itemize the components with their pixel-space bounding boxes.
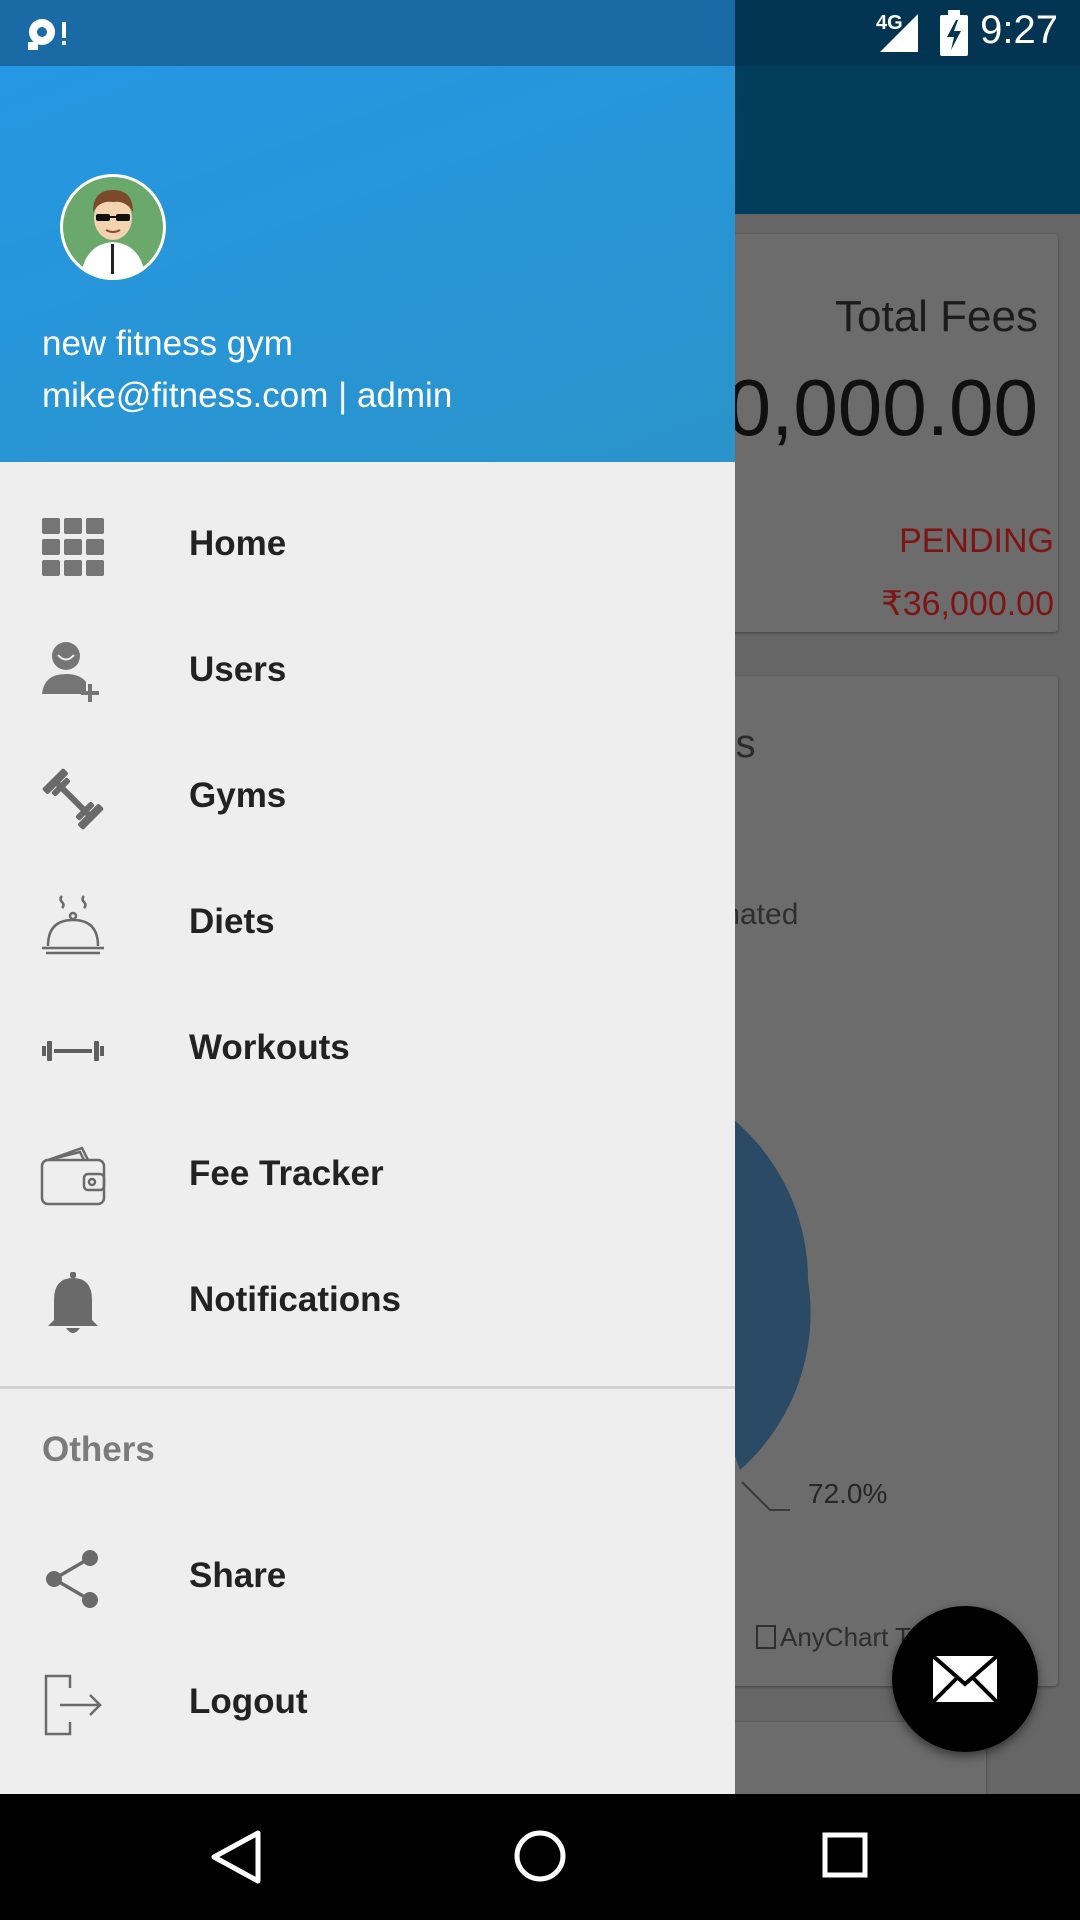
nav-label-logout: Logout [189, 1682, 308, 1721]
food-cloche-icon [42, 895, 104, 955]
notification-icon [28, 19, 66, 50]
navigation-drawer: new fitness gym mike@fitness.com | admin… [0, 66, 735, 1794]
section-title-others: Others [42, 1430, 155, 1469]
fees-title: Total Fees [835, 292, 1038, 341]
status-bar-drawer-section [0, 0, 735, 66]
add-user-icon [42, 642, 99, 702]
system-nav-bar [0, 1794, 1080, 1920]
avatar[interactable] [60, 174, 166, 280]
grid-icon [42, 518, 104, 576]
nav-label-gyms: Gyms [189, 776, 287, 815]
nav-item-diets[interactable]: Diets [0, 862, 735, 988]
drawer-header: new fitness gym mike@fitness.com | admin [0, 66, 735, 462]
nav-item-notifications[interactable]: Notifications [0, 1240, 735, 1366]
chart-logo-icon [756, 1625, 776, 1649]
signal-icon [880, 14, 918, 52]
pie-percent-label: 72.0% [808, 1478, 888, 1509]
home-button[interactable] [512, 1828, 568, 1884]
pending-amount: ₹36,000.00 [881, 585, 1054, 623]
dumbbell-icon [42, 768, 104, 830]
status-bar: 4G 9:27 [0, 0, 1080, 66]
recents-button[interactable] [822, 1832, 868, 1878]
nav-item-fee-tracker[interactable]: Fee Tracker [0, 1114, 735, 1240]
mail-fab-button[interactable] [892, 1606, 1038, 1752]
bell-icon [48, 1272, 98, 1333]
nav-item-users[interactable]: Users [0, 610, 735, 736]
logout-icon [44, 1674, 102, 1736]
pending-label: PENDING [899, 522, 1054, 560]
nav-label-workouts: Workouts [189, 1028, 350, 1067]
nav-item-logout[interactable]: Logout [0, 1642, 735, 1768]
gym-name: new fitness gym [42, 324, 293, 363]
user-avatar-icon [63, 177, 163, 280]
pie-chart [720, 1109, 811, 1511]
nav-label-fee-tracker: Fee Tracker [189, 1154, 384, 1193]
fees-amount: 0,000.00 [726, 363, 1038, 452]
share-icon [46, 1550, 98, 1608]
drawer-divider [0, 1386, 735, 1389]
nav-item-home[interactable]: Home [0, 484, 735, 610]
pie-leader-line [741, 1481, 790, 1511]
nav-label-share: Share [189, 1556, 287, 1595]
nav-item-share[interactable]: Share [0, 1516, 735, 1642]
mail-icon [931, 1654, 999, 1704]
barbell-icon [42, 1041, 104, 1061]
nav-item-gyms[interactable]: Gyms [0, 736, 735, 862]
nav-label-users: Users [189, 650, 287, 689]
status-time: 9:27 [980, 8, 1058, 52]
back-button[interactable] [210, 1830, 262, 1884]
wallet-icon [40, 1146, 106, 1206]
nav-label-diets: Diets [189, 902, 275, 941]
user-email-role: mike@fitness.com | admin [42, 376, 453, 415]
nav-label-notifications: Notifications [189, 1280, 401, 1319]
nav-label-home: Home [189, 524, 287, 563]
nav-item-workouts[interactable]: Workouts [0, 988, 735, 1114]
battery-charging-icon [940, 10, 968, 56]
